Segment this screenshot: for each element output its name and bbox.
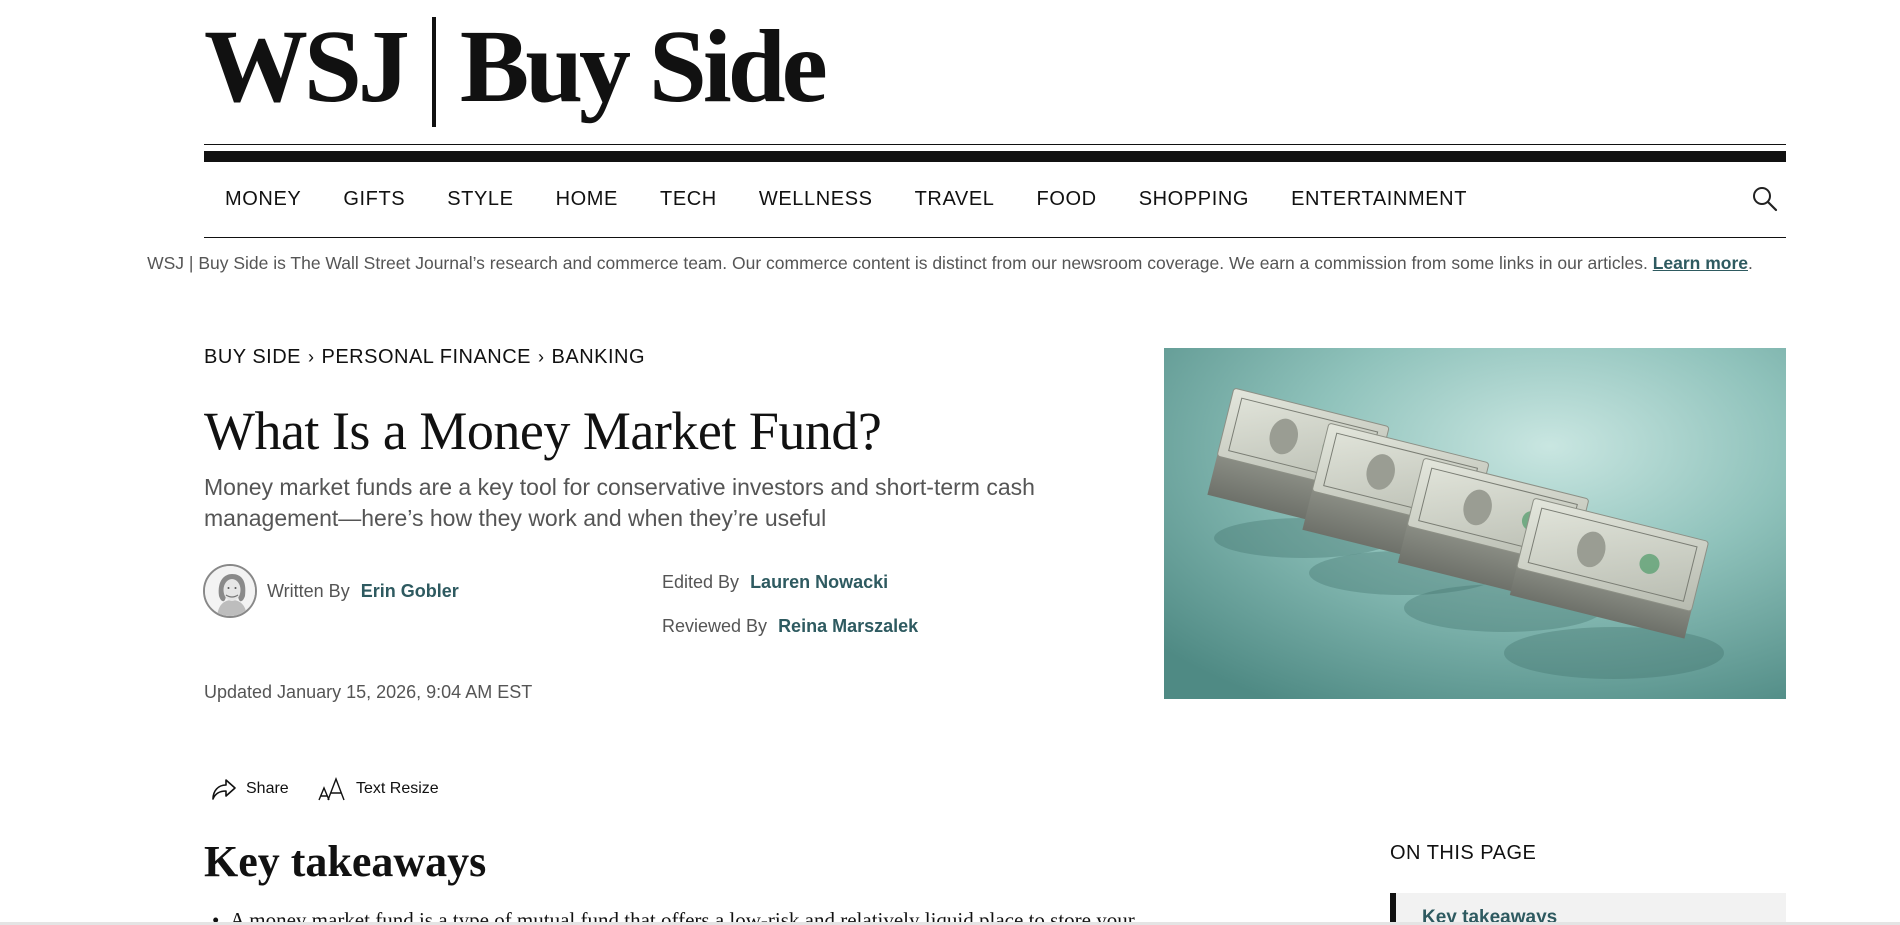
- on-this-page-heading: ON THIS PAGE: [1390, 842, 1537, 864]
- masthead-rule-thick: [204, 151, 1786, 162]
- nav-item-shopping[interactable]: SHOPPING: [1118, 188, 1270, 211]
- site-logo[interactable]: WSJ Buy Side: [204, 15, 828, 132]
- nav-item-home[interactable]: HOME: [535, 188, 639, 211]
- edited-by-byline: Edited By Lauren Nowacki: [662, 572, 888, 593]
- logo-buy-side: Buy Side: [459, 9, 828, 125]
- author-name-link[interactable]: Erin Gobler: [361, 581, 459, 601]
- page: WSJ Buy Side MONEY GIFTS STYLE HOME TECH …: [0, 0, 1900, 925]
- disclaimer-text: WSJ | Buy Side is The Wall Street Journa…: [147, 253, 1648, 273]
- nav-item-travel[interactable]: TRAVEL: [894, 188, 1016, 211]
- reviewer-name-link[interactable]: Reina Marszalek: [778, 616, 918, 636]
- reviewed-by-byline: Reviewed By Reina Marszalek: [662, 616, 918, 637]
- text-resize-label: Text Resize: [356, 780, 439, 797]
- updated-timestamp: Updated January 15, 2026, 9:04 AM EST: [204, 682, 533, 702]
- nav-item-gifts[interactable]: GIFTS: [322, 188, 426, 211]
- text-resize-button[interactable]: Text Resize: [318, 776, 439, 802]
- edited-by-label: Edited By: [662, 572, 740, 592]
- logo-wsj: WSJ: [204, 9, 410, 125]
- chevron-right-icon: ›: [308, 347, 315, 367]
- search-icon[interactable]: [1750, 184, 1780, 214]
- breadcrumb-personal-finance[interactable]: PERSONAL FINANCE: [322, 346, 532, 369]
- written-by-byline: Written By Erin Gobler: [267, 581, 459, 602]
- logo-divider: [431, 16, 436, 127]
- breadcrumb-buy-side[interactable]: BUY SIDE: [204, 346, 301, 369]
- nav-item-money[interactable]: MONEY: [204, 188, 322, 211]
- nav-item-entertainment[interactable]: ENTERTAINMENT: [1270, 188, 1488, 211]
- key-takeaways-heading: Key takeaways: [204, 837, 487, 886]
- article-dek: Money market funds are a key tool for co…: [204, 474, 1035, 531]
- share-icon: [212, 779, 236, 800]
- share-label: Share: [246, 780, 289, 797]
- nav-item-style[interactable]: STYLE: [426, 188, 534, 211]
- main-nav: MONEY GIFTS STYLE HOME TECH WELLNESS TRA…: [204, 162, 1786, 238]
- share-button[interactable]: Share: [210, 776, 289, 802]
- nav-item-tech[interactable]: TECH: [639, 188, 738, 211]
- learn-more-link[interactable]: Learn more: [1653, 253, 1748, 273]
- chevron-right-icon: ›: [538, 347, 545, 367]
- editor-name-link[interactable]: Lauren Nowacki: [750, 572, 888, 592]
- hero-image: [1164, 348, 1786, 699]
- text-resize-icon: [318, 777, 345, 801]
- disclaimer-end: .: [1748, 253, 1753, 273]
- masthead: WSJ Buy Side: [204, 15, 828, 132]
- written-by-label: Written By: [267, 581, 350, 601]
- article-title: What Is a Money Market Fund?: [204, 401, 882, 461]
- breadcrumb: BUY SIDE › PERSONAL FINANCE › BANKING: [204, 346, 645, 369]
- on-this-page-item-key-takeaways[interactable]: Key takeaways: [1390, 893, 1786, 925]
- breadcrumb-banking[interactable]: BANKING: [552, 346, 646, 369]
- nav-item-wellness[interactable]: WELLNESS: [738, 188, 894, 211]
- reviewed-by-label: Reviewed By: [662, 616, 768, 636]
- commerce-disclaimer: WSJ | Buy Side is The Wall Street Journa…: [0, 253, 1900, 274]
- nav-item-food[interactable]: FOOD: [1016, 188, 1118, 211]
- author-avatar[interactable]: [203, 564, 257, 618]
- masthead-rule-thin: [204, 144, 1786, 145]
